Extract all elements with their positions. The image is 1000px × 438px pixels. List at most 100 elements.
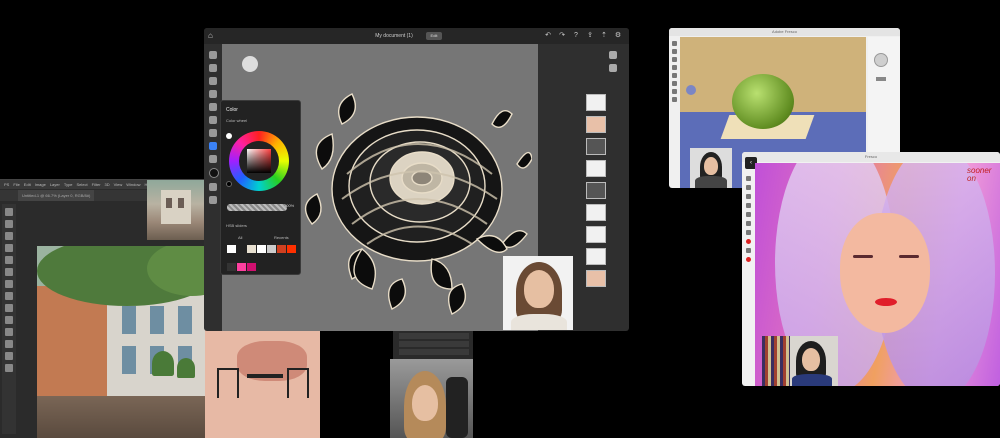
menu-item[interactable]: Window (126, 182, 140, 187)
black-swatch[interactable] (226, 181, 232, 187)
eyedropper-tool-icon[interactable] (5, 256, 13, 264)
current-color-icon[interactable] (746, 239, 751, 244)
eyedropper-icon[interactable] (746, 230, 751, 235)
color-panel: Color Color wheel 100% HSB sliders All R… (220, 100, 301, 275)
color-swatch[interactable] (277, 245, 286, 253)
brush-icon[interactable] (672, 41, 677, 46)
tab-recents[interactable]: Recents (274, 235, 289, 240)
smudge-icon[interactable] (746, 194, 751, 199)
selection-icon[interactable] (209, 116, 217, 124)
shapes-icon[interactable] (209, 196, 217, 204)
stamp-tool-icon[interactable] (5, 280, 13, 288)
pen-tool-icon[interactable] (5, 316, 13, 324)
settings-icon[interactable]: ⚙ (611, 31, 625, 41)
edit-button[interactable]: Edit (426, 32, 442, 40)
vector-brush-icon[interactable] (209, 77, 217, 85)
fill-icon[interactable] (746, 221, 751, 226)
saturation-brightness-square[interactable] (247, 149, 271, 173)
layer-row[interactable] (399, 341, 469, 347)
layer-bar[interactable] (876, 77, 886, 81)
select-icon[interactable] (746, 212, 751, 217)
color-swatch[interactable] (247, 263, 256, 271)
painted-eyes (853, 255, 873, 258)
move-icon[interactable] (209, 103, 217, 111)
menu-item[interactable]: View (114, 182, 123, 187)
color-swatch[interactable] (257, 245, 266, 253)
undo-icon[interactable]: ↶ (541, 31, 555, 41)
menu-item[interactable]: Edit (24, 182, 31, 187)
fill-icon[interactable] (672, 81, 677, 86)
hsb-sliders-label[interactable]: HSB sliders (226, 223, 247, 228)
image-icon[interactable] (209, 183, 217, 191)
color-swatch[interactable] (227, 263, 236, 271)
brush-size-knob[interactable] (874, 53, 888, 67)
layer-row[interactable] (399, 349, 469, 355)
live-brush-icon[interactable] (209, 64, 217, 72)
artist-signature: sooner on (967, 166, 992, 183)
brush-tool-icon[interactable] (5, 268, 13, 276)
move-icon[interactable] (672, 65, 677, 70)
layers-icon[interactable] (609, 51, 617, 59)
layer-properties-icon[interactable] (609, 64, 617, 72)
eraser-icon[interactable] (209, 90, 217, 98)
home-icon[interactable]: ⌂ (208, 31, 213, 41)
hand-tool-icon[interactable] (5, 352, 13, 360)
tools-panel (2, 204, 16, 434)
menu-item[interactable]: Type (64, 182, 73, 187)
menu-item[interactable]: 3D (105, 182, 110, 187)
color-wheel-label[interactable]: Color wheel (226, 118, 247, 123)
lasso-icon[interactable] (209, 129, 217, 137)
menu-item[interactable]: PS (4, 182, 9, 187)
menu-item[interactable]: Select (77, 182, 88, 187)
painted-lips (875, 298, 897, 306)
webcam-face (802, 348, 820, 371)
zoom-tool-icon[interactable] (5, 364, 13, 372)
fullscreen-icon[interactable]: ⤢ (625, 31, 629, 41)
move-tool-icon[interactable] (5, 208, 13, 216)
color-swatch[interactable] (267, 245, 276, 253)
type-tool-icon[interactable] (5, 328, 13, 336)
tab-all[interactable]: All (238, 235, 242, 240)
color-swatch[interactable] (237, 263, 246, 271)
pixel-brush-icon[interactable] (209, 51, 217, 59)
secondary-color-icon[interactable] (746, 257, 751, 262)
color-swatch[interactable] (287, 245, 296, 253)
redo-icon[interactable]: ↷ (555, 31, 569, 41)
menu-item[interactable]: Filter (92, 182, 101, 187)
crop-tool-icon[interactable] (5, 244, 13, 252)
move-icon[interactable] (746, 203, 751, 208)
menu-item[interactable]: File (13, 182, 19, 187)
image-icon[interactable] (746, 248, 751, 253)
color-tool-icon[interactable] (209, 142, 217, 150)
color-swatch[interactable] (237, 245, 246, 253)
gradient-tool-icon[interactable] (5, 304, 13, 312)
layer-row[interactable] (399, 333, 469, 339)
peony-flower-drawing (304, 93, 532, 315)
webcam-bookshelf (762, 336, 790, 386)
share-icon[interactable]: ⇪ (583, 31, 597, 41)
menu-item[interactable]: Layer (50, 182, 60, 187)
smudge-icon[interactable] (672, 57, 677, 62)
color-swatch[interactable] (247, 245, 256, 253)
menu-item[interactable]: Image (35, 182, 46, 187)
export-icon[interactable]: ⇡ (597, 31, 611, 41)
white-swatch[interactable] (226, 133, 232, 139)
color-swatch[interactable] (227, 245, 236, 253)
document-tab[interactable]: Untitled-1 @ 66.7% (Layer 0, RGB/8#) (18, 190, 95, 201)
eyedropper-icon[interactable] (209, 155, 217, 163)
eraser-icon[interactable] (746, 185, 751, 190)
lasso-tool-icon[interactable] (5, 232, 13, 240)
painted-green-apple (732, 74, 794, 129)
help-icon[interactable]: ? (569, 31, 583, 41)
shape-tool-icon[interactable] (5, 340, 13, 348)
eraser-icon[interactable] (672, 49, 677, 54)
color-icon[interactable] (672, 97, 677, 102)
select-icon[interactable] (672, 73, 677, 78)
color-wheel[interactable] (229, 131, 289, 191)
eyedropper-icon[interactable] (672, 89, 677, 94)
current-color-icon[interactable] (209, 168, 219, 178)
opacity-slider[interactable] (227, 204, 287, 211)
eraser-tool-icon[interactable] (5, 292, 13, 300)
marquee-tool-icon[interactable] (5, 220, 13, 228)
brush-icon[interactable] (746, 176, 751, 181)
